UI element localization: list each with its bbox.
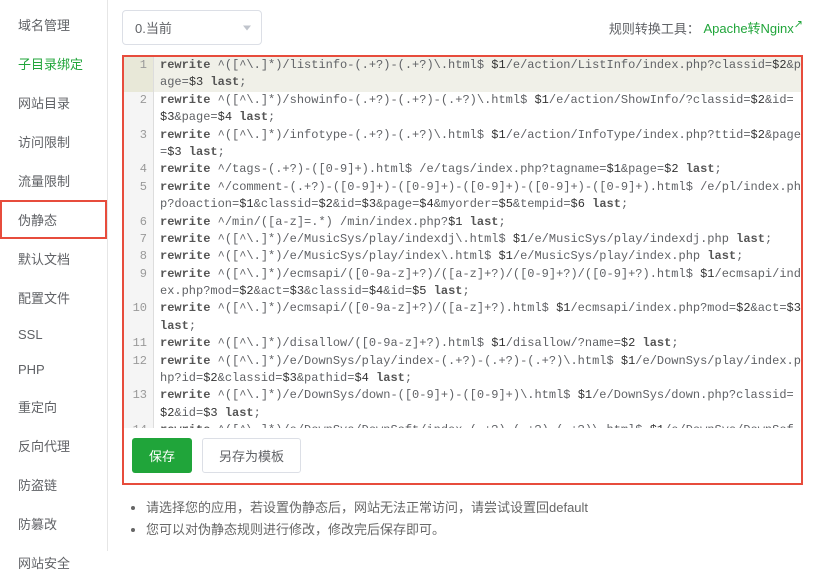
code-content: rewrite ^/comment-(.+?)-([0-9]+)-([0-9]+… xyxy=(154,179,801,214)
code-content: rewrite ^([^\.]*)/e/MusicSys/play/indexd… xyxy=(154,231,801,248)
tips-list: 请选择您的应用，若设置伪静态后，网站无法正常访问，请尝试设置回default您可… xyxy=(122,493,803,541)
save-as-template-button[interactable]: 另存为模板 xyxy=(202,438,301,473)
line-number: 11 xyxy=(124,335,154,352)
code-content: rewrite ^/min/([a-z]=.*) /min/index.php?… xyxy=(154,214,801,231)
code-line: 5rewrite ^/comment-(.+?)-([0-9]+)-([0-9]… xyxy=(124,179,801,214)
sidebar-item-8[interactable]: SSL xyxy=(0,317,107,352)
line-number: 5 xyxy=(124,179,154,214)
tip-item: 请选择您的应用，若设置伪静态后，网站无法正常访问，请尝试设置回default xyxy=(146,497,803,519)
convert-tool-label: 规则转换工具： xyxy=(609,21,700,36)
code-line: 2rewrite ^([^\.]*)/showinfo-(.+?)-(.+?)-… xyxy=(124,92,801,127)
line-number: 13 xyxy=(124,387,154,422)
sidebar-item-2[interactable]: 网站目录 xyxy=(0,83,107,122)
sidebar-item-13[interactable]: 防篡改 xyxy=(0,504,107,543)
sidebar-item-7[interactable]: 配置文件 xyxy=(0,278,107,317)
code-content: rewrite ^/tags-(.+?)-([0-9]+).html$ /e/t… xyxy=(154,161,801,178)
code-line: 1rewrite ^([^\.]*)/listinfo-(.+?)-(.+?)\… xyxy=(124,57,801,92)
code-content: rewrite ^([^\.]*)/disallow/([0-9a-z]+?).… xyxy=(154,335,801,352)
line-number: 9 xyxy=(124,266,154,301)
button-row: 保存 另存为模板 xyxy=(124,428,801,483)
code-line: 10rewrite ^([^\.]*)/ecmsapi/([0-9a-z]+?)… xyxy=(124,300,801,335)
line-number: 12 xyxy=(124,353,154,388)
code-line: 12rewrite ^([^\.]*)/e/DownSys/play/index… xyxy=(124,353,801,388)
sidebar-item-5[interactable]: 伪静态 xyxy=(0,200,107,239)
code-content: rewrite ^([^\.]*)/ecmsapi/([0-9a-z]+?)/(… xyxy=(154,266,801,301)
save-button[interactable]: 保存 xyxy=(132,438,192,473)
code-line: 11rewrite ^([^\.]*)/disallow/([0-9a-z]+?… xyxy=(124,335,801,352)
sidebar-item-10[interactable]: 重定向 xyxy=(0,387,107,426)
code-line: 6rewrite ^/min/([a-z]=.*) /min/index.php… xyxy=(124,214,801,231)
sidebar-item-14[interactable]: 网站安全 xyxy=(0,543,107,582)
line-number: 4 xyxy=(124,161,154,178)
sidebar-item-12[interactable]: 防盗链 xyxy=(0,465,107,504)
line-number: 3 xyxy=(124,127,154,162)
line-number: 8 xyxy=(124,248,154,265)
top-row: 0.当前 规则转换工具： Apache转Nginx↗ xyxy=(122,10,803,45)
code-content: rewrite ^([^\.]*)/showinfo-(.+?)-(.+?)-(… xyxy=(154,92,801,127)
external-link-icon: ↗ xyxy=(794,19,803,31)
sidebar-item-3[interactable]: 访问限制 xyxy=(0,122,107,161)
sidebar: 域名管理子目录绑定网站目录访问限制流量限制伪静态默认文档配置文件SSLPHP重定… xyxy=(0,0,108,551)
line-number: 2 xyxy=(124,92,154,127)
main-panel: 0.当前 规则转换工具： Apache转Nginx↗ 1rewrite ^([^… xyxy=(108,0,817,551)
code-content: rewrite ^([^\.]*)/e/MusicSys/play/index\… xyxy=(154,248,801,265)
template-dropdown[interactable]: 0.当前 xyxy=(122,10,262,45)
code-line: 9rewrite ^([^\.]*)/ecmsapi/([0-9a-z]+?)/… xyxy=(124,266,801,301)
code-content: rewrite ^([^\.]*)/listinfo-(.+?)-(.+?)\.… xyxy=(154,57,801,92)
sidebar-item-1[interactable]: 子目录绑定 xyxy=(0,44,107,83)
line-number: 1 xyxy=(124,57,154,92)
code-line: 4rewrite ^/tags-(.+?)-([0-9]+).html$ /e/… xyxy=(124,161,801,178)
code-content: rewrite ^([^\.]*)/e/DownSys/down-([0-9]+… xyxy=(154,387,801,422)
sidebar-item-4[interactable]: 流量限制 xyxy=(0,161,107,200)
code-editor[interactable]: 1rewrite ^([^\.]*)/listinfo-(.+?)-(.+?)\… xyxy=(124,57,801,428)
tip-item: 您可以对伪静态规则进行修改，修改完后保存即可。 xyxy=(146,519,803,541)
sidebar-item-6[interactable]: 默认文档 xyxy=(0,239,107,278)
code-line: 8rewrite ^([^\.]*)/e/MusicSys/play/index… xyxy=(124,248,801,265)
editor-highlighted-area: 1rewrite ^([^\.]*)/listinfo-(.+?)-(.+?)\… xyxy=(122,55,803,485)
line-number: 6 xyxy=(124,214,154,231)
line-number: 7 xyxy=(124,231,154,248)
code-line: 3rewrite ^([^\.]*)/infotype-(.+?)-(.+?)\… xyxy=(124,127,801,162)
line-number: 10 xyxy=(124,300,154,335)
code-line: 13rewrite ^([^\.]*)/e/DownSys/down-([0-9… xyxy=(124,387,801,422)
code-content: rewrite ^([^\.]*)/infotype-(.+?)-(.+?)\.… xyxy=(154,127,801,162)
code-content: rewrite ^([^\.]*)/ecmsapi/([0-9a-z]+?)/(… xyxy=(154,300,801,335)
convert-tool-link[interactable]: Apache转Nginx↗ xyxy=(703,21,803,36)
convert-tool-text: Apache转Nginx xyxy=(703,21,793,36)
convert-tool: 规则转换工具： Apache转Nginx↗ xyxy=(609,18,803,37)
sidebar-item-11[interactable]: 反向代理 xyxy=(0,426,107,465)
code-line: 7rewrite ^([^\.]*)/e/MusicSys/play/index… xyxy=(124,231,801,248)
sidebar-item-0[interactable]: 域名管理 xyxy=(0,5,107,44)
sidebar-item-9[interactable]: PHP xyxy=(0,352,107,387)
code-content: rewrite ^([^\.]*)/e/DownSys/play/index-(… xyxy=(154,353,801,388)
